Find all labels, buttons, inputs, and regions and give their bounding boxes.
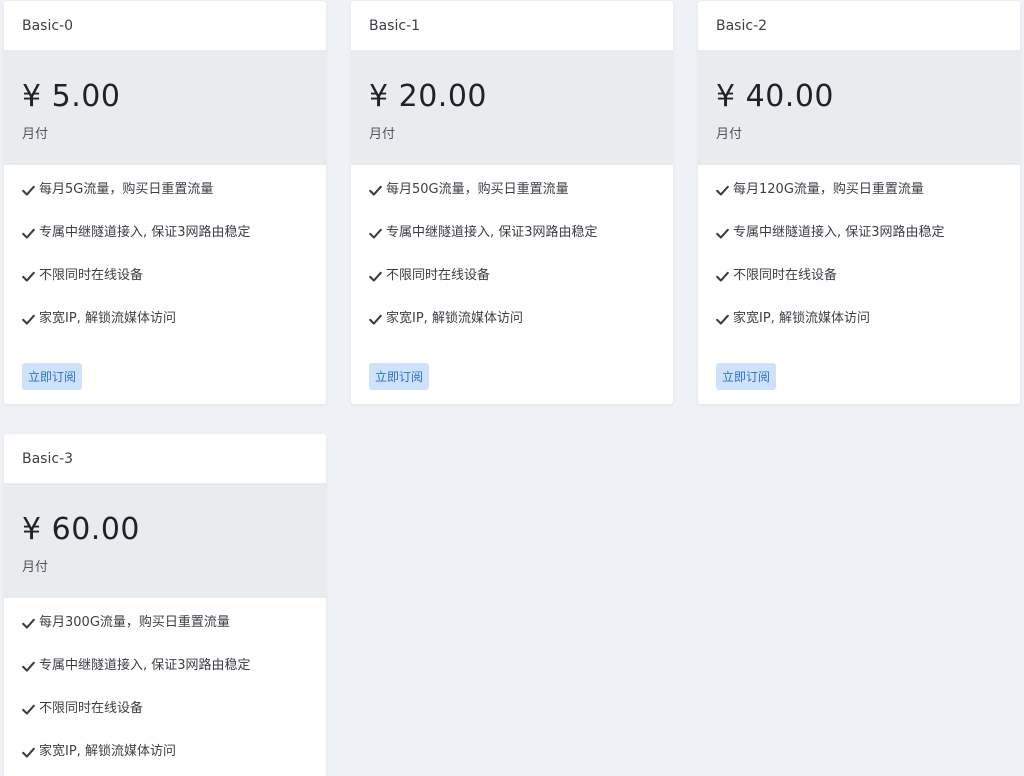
subscribe-button[interactable]: 立即订阅 <box>369 363 430 390</box>
feature-item: 不限同时在线设备 <box>369 265 673 308</box>
feature-item: 专属中继隧道接入, 保证3网路由稳定 <box>22 655 326 698</box>
feature-item: 家宽IP, 解锁流媒体访问 <box>22 741 326 776</box>
plans-grid: Basic-0 ¥ 5.00 月付 每月5G流量，购买日重置流量 专属中继隧道接… <box>0 0 1024 776</box>
feature-item: 每月50G流量，购买日重置流量 <box>369 179 673 222</box>
check-icon <box>22 618 35 629</box>
feature-item: 专属中继隧道接入, 保证3网路由稳定 <box>716 222 1020 265</box>
feature-list: 每月120G流量，购买日重置流量 专属中继隧道接入, 保证3网路由稳定 不限同时… <box>698 165 1020 351</box>
check-icon <box>22 228 35 239</box>
check-icon <box>716 185 729 196</box>
feature-item: 不限同时在线设备 <box>22 265 326 308</box>
feature-item: 每月120G流量，购买日重置流量 <box>716 179 1020 222</box>
check-icon <box>369 314 382 325</box>
price-block: ¥ 20.00 月付 <box>351 50 673 165</box>
feature-text: 家宽IP, 解锁流媒体访问 <box>386 311 523 326</box>
check-icon <box>716 314 729 325</box>
feature-text: 不限同时在线设备 <box>733 268 838 283</box>
feature-text: 每月5G流量，购买日重置流量 <box>39 182 214 197</box>
check-icon <box>716 228 729 239</box>
feature-text: 每月300G流量，购买日重置流量 <box>39 615 230 630</box>
plan-price: ¥ 60.00 <box>22 512 141 547</box>
check-icon <box>22 185 35 196</box>
check-icon <box>369 228 382 239</box>
plan-price: ¥ 40.00 <box>716 79 835 114</box>
feature-item: 家宽IP, 解锁流媒体访问 <box>716 308 1020 351</box>
feature-item: 家宽IP, 解锁流媒体访问 <box>369 308 673 351</box>
plan-name: Basic-3 <box>22 450 74 467</box>
feature-text: 不限同时在线设备 <box>39 268 144 283</box>
feature-text: 专属中继隧道接入, 保证3网路由稳定 <box>733 225 945 240</box>
plan-card-basic-2: Basic-2 ¥ 40.00 月付 每月120G流量，购买日重置流量 专属中继… <box>698 1 1020 404</box>
feature-list: 每月300G流量，购买日重置流量 专属中继隧道接入, 保证3网路由稳定 不限同时… <box>4 598 326 776</box>
check-icon <box>22 704 35 715</box>
plan-name: Basic-0 <box>22 17 74 34</box>
feature-text: 家宽IP, 解锁流媒体访问 <box>39 744 176 759</box>
subscribe-button[interactable]: 立即订阅 <box>716 363 777 390</box>
check-icon <box>22 747 35 758</box>
feature-item: 不限同时在线设备 <box>22 698 326 741</box>
feature-text: 专属中继隧道接入, 保证3网路由稳定 <box>39 658 251 673</box>
plan-name: Basic-1 <box>369 17 421 34</box>
plan-card-basic-3: Basic-3 ¥ 60.00 月付 每月300G流量，购买日重置流量 专属中继… <box>4 434 326 776</box>
plan-price: ¥ 20.00 <box>369 79 488 114</box>
plan-price: ¥ 5.00 <box>22 79 121 114</box>
plan-card-basic-1: Basic-1 ¥ 20.00 月付 每月50G流量，购买日重置流量 专属中继隧… <box>351 1 673 404</box>
price-block: ¥ 5.00 月付 <box>4 50 326 165</box>
subscribe-button[interactable]: 立即订阅 <box>22 363 83 390</box>
check-icon <box>22 661 35 672</box>
billing-period: 月付 <box>22 560 49 575</box>
feature-item: 专属中继隧道接入, 保证3网路由稳定 <box>369 222 673 265</box>
price-block: ¥ 60.00 月付 <box>4 483 326 598</box>
feature-item: 专属中继隧道接入, 保证3网路由稳定 <box>22 222 326 265</box>
plan-name: Basic-2 <box>716 17 768 34</box>
plan-card-basic-0: Basic-0 ¥ 5.00 月付 每月5G流量，购买日重置流量 专属中继隧道接… <box>4 1 326 404</box>
feature-text: 不限同时在线设备 <box>386 268 491 283</box>
feature-item: 每月5G流量，购买日重置流量 <box>22 179 326 222</box>
billing-period: 月付 <box>369 127 396 142</box>
feature-item: 不限同时在线设备 <box>716 265 1020 308</box>
check-icon <box>369 185 382 196</box>
feature-list: 每月5G流量，购买日重置流量 专属中继隧道接入, 保证3网路由稳定 不限同时在线… <box>4 165 326 351</box>
feature-text: 家宽IP, 解锁流媒体访问 <box>39 311 176 326</box>
feature-text: 专属中继隧道接入, 保证3网路由稳定 <box>386 225 598 240</box>
price-block: ¥ 40.00 月付 <box>698 50 1020 165</box>
check-icon <box>369 271 382 282</box>
check-icon <box>22 271 35 282</box>
feature-list: 每月50G流量，购买日重置流量 专属中继隧道接入, 保证3网路由稳定 不限同时在… <box>351 165 673 351</box>
feature-item: 每月300G流量，购买日重置流量 <box>22 612 326 655</box>
billing-period: 月付 <box>22 127 49 142</box>
check-icon <box>716 271 729 282</box>
billing-period: 月付 <box>716 127 743 142</box>
feature-item: 家宽IP, 解锁流媒体访问 <box>22 308 326 351</box>
feature-text: 每月120G流量，购买日重置流量 <box>733 182 924 197</box>
check-icon <box>22 314 35 325</box>
feature-text: 每月50G流量，购买日重置流量 <box>386 182 569 197</box>
feature-text: 不限同时在线设备 <box>39 701 144 716</box>
feature-text: 专属中继隧道接入, 保证3网路由稳定 <box>39 225 251 240</box>
feature-text: 家宽IP, 解锁流媒体访问 <box>733 311 870 326</box>
